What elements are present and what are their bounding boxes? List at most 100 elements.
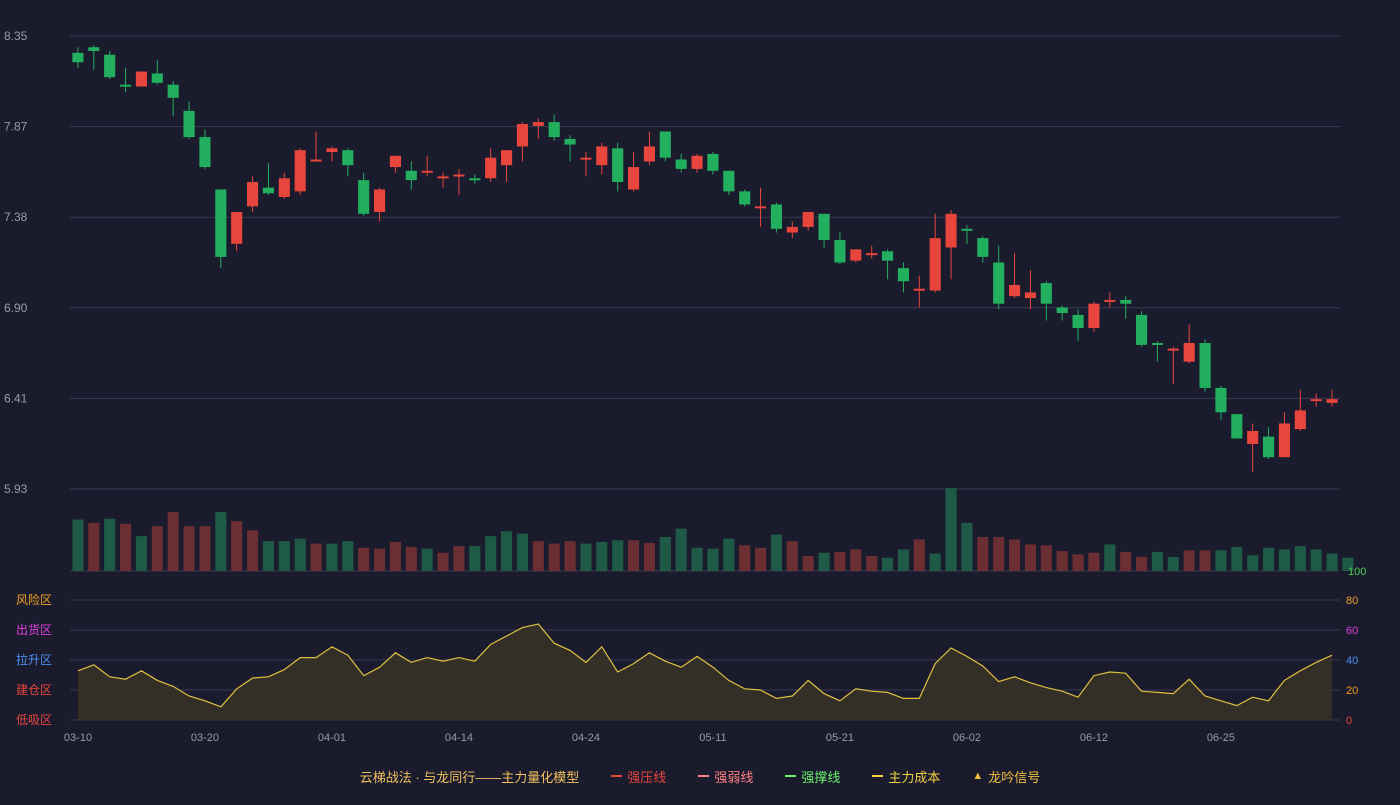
chart-svg: 8.35 7.87 7.38 6.90 6.41 5.93 100 80 60 40 20 0 风险区出… [4, 29, 1366, 744]
volume-bar [199, 526, 211, 571]
legend-swatch [611, 775, 623, 777]
candle-body [707, 153, 719, 171]
candlestick-panel [72, 45, 1338, 473]
volume-bar [802, 556, 814, 571]
candle-body [913, 288, 925, 291]
candle-body [469, 178, 481, 181]
zone-label: 出货区 [16, 622, 52, 637]
candle-body [326, 148, 338, 153]
candle-body [929, 238, 941, 291]
volume-bar [723, 538, 735, 571]
volume-bar [262, 541, 274, 571]
volume-bar [786, 541, 798, 571]
candle-body [516, 123, 528, 147]
legend-item-strong-pressure[interactable]: 强压线 [611, 767, 666, 786]
date-tick-label: 06-25 [1207, 732, 1235, 744]
volume-bar [167, 512, 179, 571]
legend-item-strong-support[interactable]: 强撑线 [785, 767, 840, 786]
legend-item-dragon-signal[interactable]: ▲ 龙吟信号 [972, 767, 1040, 786]
candle-body [1278, 423, 1290, 458]
volume-bar [469, 546, 481, 571]
volume-bar [72, 519, 84, 571]
volume-bar [548, 543, 560, 571]
date-tick-label: 04-24 [572, 732, 600, 744]
candle-body [1072, 314, 1084, 329]
candle-body [389, 155, 401, 168]
volume-bar [945, 488, 957, 571]
volume-bar [437, 552, 449, 571]
volume-bar [1056, 551, 1068, 571]
candle-body [834, 240, 846, 263]
volume-bar [1294, 546, 1306, 571]
candle-body [1136, 314, 1148, 345]
volume-bar [1040, 545, 1052, 571]
candle-body [564, 138, 576, 145]
candle-body [580, 157, 592, 160]
candle-body [278, 178, 290, 197]
candle-body [1326, 399, 1338, 403]
price-tick-label: 7.38 [4, 210, 28, 224]
volume-bar [897, 549, 909, 571]
legend-swatch [698, 775, 710, 777]
volume-bar [691, 547, 703, 571]
candle-body [135, 71, 147, 87]
candle-body [818, 213, 830, 241]
volume-bar [929, 553, 941, 571]
candle-body [659, 131, 671, 158]
candle-body [802, 211, 814, 227]
legend-item-main-cost[interactable]: 主力成本 [872, 767, 940, 786]
legend-swatch [785, 775, 797, 777]
date-tick-label: 03-20 [191, 732, 219, 744]
candle-body [485, 157, 497, 179]
volume-bar [215, 512, 227, 571]
candle-body [374, 189, 386, 212]
volume-bar [294, 538, 306, 571]
candle-body [247, 182, 259, 207]
candle-body [1104, 299, 1116, 302]
volume-bar [1278, 549, 1290, 571]
candle-body [532, 122, 544, 126]
candle-body [151, 73, 163, 83]
legend-label: 强压线 [627, 769, 667, 785]
volume-bar [977, 536, 989, 571]
date-tick-label: 04-14 [445, 732, 473, 744]
indicator-area [78, 624, 1332, 720]
zone-label: 建仓区 [16, 683, 52, 697]
volume-bar [389, 541, 401, 571]
volume-bar [866, 556, 878, 571]
candle-body [405, 170, 417, 181]
volume-bar [596, 541, 608, 571]
candle-body [1294, 410, 1306, 430]
volume-bar [564, 541, 576, 571]
volume-bar [1167, 556, 1179, 571]
volume-bar [405, 546, 417, 571]
candle-body [882, 251, 894, 261]
candle-body [1009, 284, 1021, 297]
legend-label: 龙吟信号 [988, 769, 1041, 785]
candle-body [1040, 283, 1052, 304]
volume-bar [278, 541, 290, 571]
volume-max-label: 100 [1348, 566, 1366, 578]
indicator-tick-label: 80 [1346, 595, 1358, 607]
triangle-icon: ▲ [972, 770, 984, 782]
candle-body [755, 206, 767, 209]
candle-body [643, 146, 655, 162]
date-tick-label: 04-01 [318, 732, 346, 744]
candle-body [437, 176, 449, 179]
volume-bar [1310, 549, 1322, 571]
indicator-tick-label: 20 [1346, 685, 1358, 697]
candle-body [723, 170, 735, 192]
volume-bar [755, 547, 767, 571]
volume-bar [1326, 553, 1338, 571]
volume-bar [501, 531, 513, 571]
volume-bar [1072, 554, 1084, 571]
candle-body [1263, 436, 1275, 458]
volume-bar [1024, 544, 1036, 571]
volume-bar [580, 543, 592, 571]
volume-bar [882, 557, 894, 571]
legend-item-strong-weak[interactable]: 强弱线 [698, 767, 753, 786]
candle-body [961, 228, 973, 231]
zone-label: 拉升区 [16, 652, 52, 667]
volume-bar [1088, 552, 1100, 571]
volume-bar [913, 539, 925, 571]
